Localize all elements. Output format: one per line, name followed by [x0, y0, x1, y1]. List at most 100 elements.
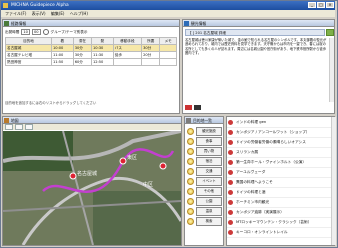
guide-list-item[interactable]: ホーチミン市内観光 — [227, 198, 334, 208]
category-button[interactable]: その他 — [196, 186, 222, 196]
guide-list-item[interactable]: キーコロ・オンライントレイル — [227, 228, 334, 238]
category-button[interactable]: イベント — [196, 176, 222, 186]
menu-edit[interactable]: 編集(E) — [51, 11, 65, 16]
cell-place: 名古屋テレビ塔 — [5, 51, 52, 59]
category-item[interactable]: 観光施設 — [187, 126, 222, 136]
category-circle-icon[interactable] — [187, 137, 194, 145]
category-button[interactable]: 検索 — [196, 216, 222, 226]
info-scrollbar[interactable] — [329, 38, 334, 102]
table-row[interactable]: 熱田神宮 11:50 60分 12:50 — [5, 58, 177, 66]
guide-item-label: 異国の料理へようこそ — [236, 180, 273, 184]
menu-bar: ファイル(F) 表示(V) 編集(E) ヘルプ(H) — [1, 10, 335, 17]
bookmark-icon[interactable] — [326, 29, 334, 36]
guide-list-item[interactable]: カンボジア / アンコールワット（ショップ） — [227, 128, 334, 138]
category-circle-icon[interactable] — [187, 157, 194, 165]
map-label: 東区 — [127, 154, 137, 161]
route-status: 目的地を追加するには右のリストからドラッグしてください — [5, 101, 97, 105]
category-button[interactable]: 宿泊 — [196, 156, 222, 166]
cell-depart: 11:30 — [90, 51, 114, 59]
guide-item-label: ドイツの料理と酒 — [236, 190, 266, 194]
maximize-button[interactable]: □ — [317, 2, 325, 8]
category-circle-icon[interactable] — [187, 177, 194, 185]
cell-time — [141, 58, 161, 66]
info-panel-header: 観光情報 — [183, 20, 334, 27]
category-circle-icon[interactable] — [187, 197, 194, 205]
close-button[interactable]: × — [326, 2, 334, 8]
group-radio[interactable] — [42, 29, 49, 35]
minimize-button[interactable]: _ — [308, 2, 316, 8]
guide-item-label: キーコロ・オンライントレイル — [236, 230, 288, 234]
depart-hour-select[interactable]: 10 — [21, 29, 30, 35]
map-toolbar — [3, 124, 181, 130]
guide-list-item[interactable]: アーユルヴェーダ — [227, 168, 334, 178]
guide-item-label: MTロッキーマウンテン・クラシック（芸術） — [236, 220, 312, 224]
zoom-out-button[interactable] — [15, 124, 23, 130]
cell-memo — [159, 44, 177, 52]
category-item[interactable]: 買い物 — [187, 146, 222, 156]
cell-depart: 10:30 — [90, 44, 114, 52]
category-panel: 目的地一覧 観光施設 食事 買い物 宿泊 交通 イベント その他 公園 温泉 検索 — [184, 116, 224, 246]
guide-item-icon — [228, 150, 233, 155]
category-button[interactable]: 温泉 — [196, 206, 222, 216]
menu-file[interactable]: ファイル(F) — [5, 11, 26, 16]
category-button[interactable]: 買い物 — [196, 146, 222, 156]
route-table: 目的地 着 滞在 発 移動手段 所要 メモ 名古屋城 10:00 30分 10:… — [5, 37, 177, 66]
category-item[interactable]: 宿泊 — [187, 156, 222, 166]
guide-item-label: ドイツの労働者労働の素晴らしいオアシス — [236, 140, 306, 144]
cell-arrive: 11:50 — [50, 58, 74, 66]
guide-item-icon — [228, 210, 233, 215]
pan-button[interactable] — [25, 124, 33, 130]
guide-list-item[interactable]: ドイツの料理と酒 — [227, 188, 334, 198]
table-row[interactable]: 名古屋テレビ塔 11:00 30分 11:30 徒歩 20分 — [5, 51, 177, 59]
map-panel-header: 地図 — [3, 117, 181, 124]
info-icon — [184, 21, 189, 26]
guide-panel: インドの料理 gen カンボジア / アンコールワット（ショップ） ドイツの労働者労… — [226, 116, 336, 246]
category-button[interactable]: 交通 — [196, 166, 222, 176]
guide-list-item[interactable]: 第一生命ホール・ヴァインホルト（公演） — [227, 158, 334, 168]
guide-item-label: カンボジア遺跡（実演展示） — [236, 210, 284, 214]
category-circle-icon[interactable] — [187, 147, 194, 155]
flag-icon[interactable] — [185, 105, 192, 110]
guide-item-icon — [228, 130, 233, 135]
aerial-map[interactable]: 名古屋城 東区 中区 — [3, 131, 181, 245]
cell-arrive: 11:00 — [50, 51, 74, 59]
guide-list-item[interactable]: 異国の料理へようこそ — [227, 178, 334, 188]
menu-help[interactable]: ヘルプ(H) — [70, 11, 88, 16]
category-item[interactable]: イベント — [187, 176, 222, 186]
cell-place: 名古屋城 — [5, 44, 52, 52]
category-item[interactable]: その他 — [187, 186, 222, 196]
col-place: 目的地 — [5, 37, 52, 45]
guide-list-item[interactable]: MTロッキーマウンテン・クラシック（芸術） — [227, 218, 334, 228]
category-circle-icon[interactable] — [187, 167, 194, 175]
category-button[interactable]: 公園 — [196, 196, 222, 206]
map-label: 中区 — [143, 181, 153, 188]
category-button[interactable]: 観光施設 — [196, 126, 222, 136]
category-circle-icon[interactable] — [187, 207, 194, 215]
category-button[interactable]: 食事 — [196, 136, 222, 146]
category-item[interactable]: 公園 — [187, 196, 222, 206]
menu-view[interactable]: 表示(V) — [32, 11, 46, 16]
guide-list-item[interactable]: ドイツの労働者労働の素晴らしいオアシス — [227, 138, 334, 148]
category-circle-icon[interactable] — [187, 187, 194, 195]
category-circle-icon[interactable] — [187, 217, 194, 225]
col-depart: 発 — [90, 37, 114, 45]
title-bar: MICHNA Guidepiece Alpha _ □ × — [1, 1, 335, 10]
category-item[interactable]: 食事 — [187, 136, 222, 146]
category-item[interactable]: 検索 — [187, 216, 222, 226]
guide-item-icon — [228, 220, 233, 225]
map-label: 名古屋城 — [77, 170, 97, 177]
cell-move — [112, 58, 143, 66]
category-item[interactable]: 交通 — [187, 166, 222, 176]
category-item[interactable]: 温泉 — [187, 206, 222, 216]
guide-list-item[interactable]: スリランカ展 — [227, 148, 334, 158]
table-row[interactable]: 名古屋城 10:00 30分 10:30 バス 30分 — [5, 44, 177, 52]
guide-scrollbar[interactable] — [331, 117, 336, 245]
category-circle-icon[interactable] — [187, 127, 194, 135]
cell-time: 20分 — [141, 51, 161, 59]
zoom-in-button[interactable] — [5, 124, 13, 130]
guide-list-item[interactable]: インドの料理 gen — [227, 118, 334, 128]
guide-list-item[interactable]: カンボジア遺跡（実演展示） — [227, 208, 334, 218]
flag-icon[interactable] — [194, 105, 201, 110]
depart-minute-select[interactable]: 00 — [31, 29, 41, 35]
info-flags — [185, 105, 201, 110]
